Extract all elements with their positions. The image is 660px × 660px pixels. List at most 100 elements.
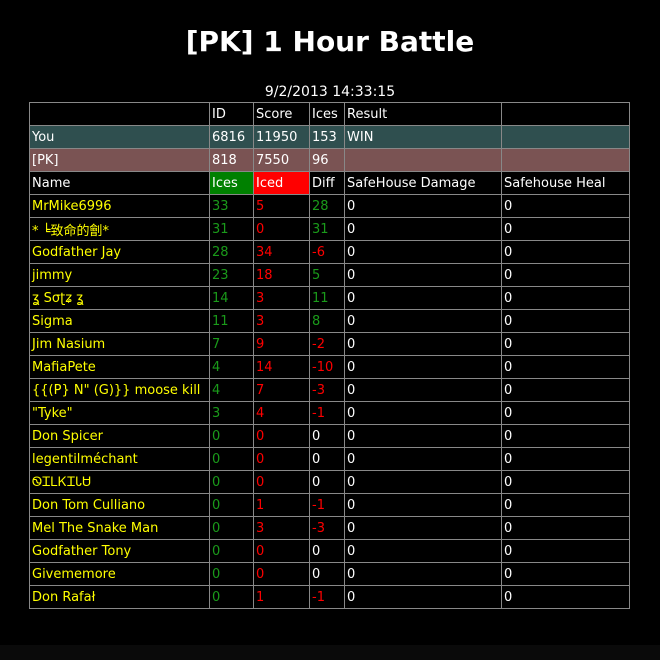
you-result: WIN bbox=[344, 125, 502, 149]
player-iced: 0 bbox=[253, 539, 310, 563]
you-extra bbox=[501, 125, 630, 149]
player-iced: 3 bbox=[253, 516, 310, 540]
player-diff: -3 bbox=[309, 516, 345, 540]
player-safehouse-heal: 0 bbox=[501, 309, 630, 333]
header-blank-cell bbox=[29, 102, 210, 126]
player-safehouse-damage: 0 bbox=[344, 539, 502, 563]
player-iced: 0 bbox=[253, 217, 310, 241]
player-row: {{(P} N" (G)}} moose kill 4 7 -3 0 0 bbox=[29, 378, 630, 402]
player-safehouse-heal: 0 bbox=[501, 401, 630, 425]
player-name: Givememore bbox=[29, 562, 210, 586]
pk-result bbox=[344, 148, 502, 172]
player-ices: 3 bbox=[209, 401, 254, 425]
player-name: Godfather Jay bbox=[29, 240, 210, 264]
player-safehouse-damage: 0 bbox=[344, 516, 502, 540]
header-ices: Ices bbox=[309, 102, 345, 126]
player-ices: 4 bbox=[209, 378, 254, 402]
player-safehouse-heal: 0 bbox=[501, 355, 630, 379]
player-ices: 31 bbox=[209, 217, 254, 241]
player-safehouse-heal: 0 bbox=[501, 217, 630, 241]
player-row: Don Tom Culliano 0 1 -1 0 0 bbox=[29, 493, 630, 517]
player-row: Mel The Snake Man 0 3 -3 0 0 bbox=[29, 516, 630, 540]
player-safehouse-damage: 0 bbox=[344, 378, 502, 402]
player-safehouse-heal: 0 bbox=[501, 194, 630, 218]
player-diff: 0 bbox=[309, 562, 345, 586]
player-ices: 11 bbox=[209, 309, 254, 333]
player-name: Godfather Tony bbox=[29, 539, 210, 563]
pk-ices: 96 bbox=[309, 148, 345, 172]
player-iced: 1 bbox=[253, 493, 310, 517]
player-row: ʓ Ѕσʈʑ ʓ 14 3 11 0 0 bbox=[29, 286, 630, 310]
player-row: legentilméchant 0 0 0 0 0 bbox=[29, 447, 630, 471]
player-safehouse-heal: 0 bbox=[501, 263, 630, 287]
player-iced: 18 bbox=[253, 263, 310, 287]
player-row: "Tyke" 3 4 -1 0 0 bbox=[29, 401, 630, 425]
player-name: jimmy bbox=[29, 263, 210, 287]
player-diff: 0 bbox=[309, 470, 345, 494]
player-name: Don Rafał bbox=[29, 585, 210, 609]
battle-results-table: ID Score Ices Result You 6816 11950 153 … bbox=[29, 102, 630, 609]
player-ices: 0 bbox=[209, 493, 254, 517]
player-safehouse-damage: 0 bbox=[344, 470, 502, 494]
player-diff: 31 bbox=[309, 217, 345, 241]
player-row: jimmy 23 18 5 0 0 bbox=[29, 263, 630, 287]
you-score: 11950 bbox=[253, 125, 310, 149]
player-row: * ╘致命的劊* 31 0 31 0 0 bbox=[29, 217, 630, 241]
player-safehouse-damage: 0 bbox=[344, 194, 502, 218]
player-diff: -1 bbox=[309, 585, 345, 609]
header-result: Result bbox=[344, 102, 502, 126]
player-ices: 0 bbox=[209, 447, 254, 471]
player-diff: -6 bbox=[309, 240, 345, 264]
column-name-header: Name bbox=[29, 171, 210, 195]
player-diff: 8 bbox=[309, 309, 345, 333]
player-ices: 0 bbox=[209, 539, 254, 563]
player-safehouse-damage: 0 bbox=[344, 401, 502, 425]
player-name: legentilméchant bbox=[29, 447, 210, 471]
player-safehouse-damage: 0 bbox=[344, 309, 502, 333]
pk-score: 7550 bbox=[253, 148, 310, 172]
header-score: Score bbox=[253, 102, 310, 126]
player-safehouse-heal: 0 bbox=[501, 516, 630, 540]
player-ices: 28 bbox=[209, 240, 254, 264]
player-safehouse-damage: 0 bbox=[344, 447, 502, 471]
player-name: {{(P} N" (G)}} moose kill bbox=[29, 378, 210, 402]
player-ices: 7 bbox=[209, 332, 254, 356]
player-row: Don Rafał 0 1 -1 0 0 bbox=[29, 585, 630, 609]
player-name: Mel The Snake Man bbox=[29, 516, 210, 540]
player-ices: 0 bbox=[209, 516, 254, 540]
player-safehouse-heal: 0 bbox=[501, 286, 630, 310]
player-iced: 0 bbox=[253, 424, 310, 448]
player-columns-header-row: Name Ices Iced Diff SafeHouse Damage Saf… bbox=[29, 171, 630, 195]
column-heal-header: Safehouse Heal bbox=[501, 171, 630, 195]
pk-summary-row: [PK] 818 7550 96 bbox=[29, 148, 630, 172]
player-ices: 33 bbox=[209, 194, 254, 218]
column-ices-header: Ices bbox=[209, 171, 254, 195]
player-iced: 0 bbox=[253, 470, 310, 494]
you-label: You bbox=[29, 125, 210, 149]
player-safehouse-heal: 0 bbox=[501, 562, 630, 586]
player-iced: 4 bbox=[253, 401, 310, 425]
player-name: "Tyke" bbox=[29, 401, 210, 425]
player-ices: 4 bbox=[209, 355, 254, 379]
player-ices: 0 bbox=[209, 562, 254, 586]
player-iced: 3 bbox=[253, 286, 310, 310]
player-row: Jim Nasium 7 9 -2 0 0 bbox=[29, 332, 630, 356]
bottom-strip bbox=[0, 645, 660, 660]
player-safehouse-heal: 0 bbox=[501, 585, 630, 609]
player-ices: 0 bbox=[209, 424, 254, 448]
page-title: [PK] 1 Hour Battle bbox=[185, 25, 475, 58]
player-row: Godfather Jay 28 34 -6 0 0 bbox=[29, 240, 630, 264]
you-ices: 153 bbox=[309, 125, 345, 149]
player-iced: 0 bbox=[253, 562, 310, 586]
player-ices: 23 bbox=[209, 263, 254, 287]
player-safehouse-damage: 0 bbox=[344, 332, 502, 356]
player-safehouse-heal: 0 bbox=[501, 447, 630, 471]
player-diff: -1 bbox=[309, 493, 345, 517]
player-safehouse-heal: 0 bbox=[501, 470, 630, 494]
player-iced: 0 bbox=[253, 447, 310, 471]
player-diff: 0 bbox=[309, 424, 345, 448]
player-iced: 14 bbox=[253, 355, 310, 379]
player-name: ʓ Ѕσʈʑ ʓ bbox=[29, 286, 210, 310]
player-diff: 5 bbox=[309, 263, 345, 287]
player-safehouse-heal: 0 bbox=[501, 332, 630, 356]
